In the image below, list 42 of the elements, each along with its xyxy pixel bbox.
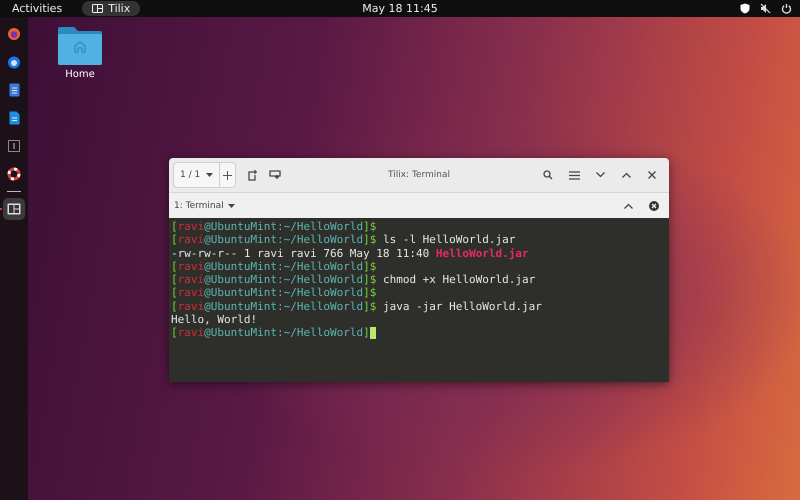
- dropdown-caret-icon: [228, 204, 235, 208]
- muted-speaker-icon[interactable]: [760, 3, 771, 14]
- terminal-title-menu[interactable]: 1: Terminal: [174, 200, 235, 210]
- terminal-line: [ravi@UbuntuMint:~/HelloWorld]$ chmod +x HelloWorld.jar: [171, 273, 536, 286]
- split-down-icon: [269, 170, 282, 180]
- icon-label[interactable]: Home: [65, 69, 95, 80]
- split-terminal-icon: [92, 4, 104, 13]
- power-icon[interactable]: [781, 3, 792, 14]
- text-editor-icon[interactable]: [8, 83, 20, 97]
- menu-icon: [568, 170, 580, 180]
- clock[interactable]: May 18 11:45: [362, 2, 438, 15]
- activities-button[interactable]: Activities: [12, 2, 62, 15]
- add-session-button[interactable]: [220, 162, 236, 188]
- document-icon[interactable]: [8, 111, 20, 125]
- lifebuoy-icon[interactable]: [7, 167, 21, 181]
- plus-icon: [223, 170, 232, 180]
- close-icon: [648, 171, 656, 179]
- split-terminal-icon[interactable]: [7, 203, 21, 215]
- app-menu-button[interactable]: Tilix: [82, 1, 140, 16]
- close-icon: [649, 200, 659, 210]
- browser-icon[interactable]: [7, 27, 21, 41]
- terminal-line: [ravi@UbuntuMint:~/HelloWorld]$ java -jar HelloWorld.jar: [171, 300, 542, 314]
- terminal-line: [ravi@UbuntuMint:~/HelloWorld]$: [171, 260, 376, 274]
- panel-icon[interactable]: [8, 140, 20, 152]
- shield-icon[interactable]: [740, 3, 750, 14]
- search-icon: [543, 170, 553, 180]
- terminal-line: Hello, World!: [171, 313, 258, 326]
- dock-item[interactable]: [3, 198, 25, 220]
- terminal-line: [ravi@UbuntuMint:~/HelloWorld]$: [171, 286, 376, 300]
- terminal-line: -rw-rw-r-- 1 ravi ravi 766 May 18 11:40 HelloWorld.jar: [171, 246, 529, 260]
- chevron-up-icon: [622, 172, 630, 178]
- terminal-line: [ravi@UbuntuMint:~/HelloWorld]: [171, 326, 370, 340]
- split-right-icon: [248, 170, 258, 180]
- dropdown-caret-icon: [206, 173, 214, 177]
- chevron-down-icon: [596, 172, 604, 178]
- chevron-up-icon: [624, 202, 632, 208]
- terminal-line: [ravi@UbuntuMint:~/HelloWorld]$: [171, 220, 376, 234]
- terminal-line: [ravi@UbuntuMint:~/HelloWorld]$ ls -l HelloWorld.jar: [171, 233, 516, 247]
- mail-bird-icon[interactable]: [7, 55, 21, 69]
- session-selector[interactable]: 1 / 1: [173, 162, 220, 188]
- home-folder-icon[interactable]: [58, 25, 102, 65]
- window-title: Tilix: Terminal: [388, 170, 450, 180]
